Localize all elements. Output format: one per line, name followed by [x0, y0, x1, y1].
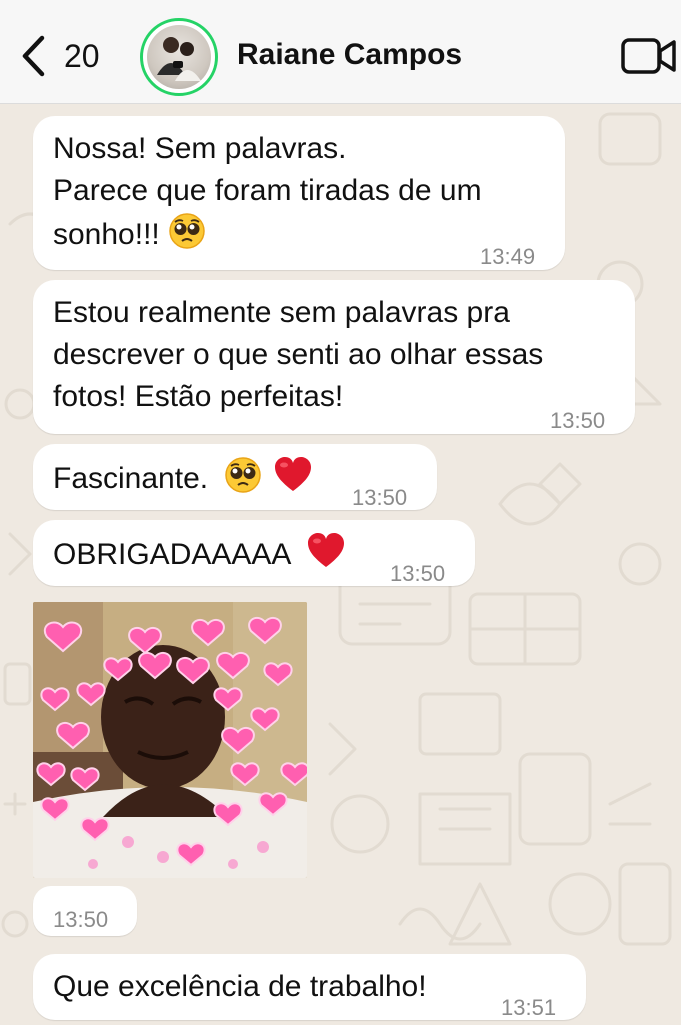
avatar-photo	[147, 25, 211, 89]
contact-name[interactable]: Raiane Campos	[237, 38, 462, 72]
message-text: Nossa! Sem palavras. Parece que foram ti…	[53, 132, 482, 251]
message-time: 13:50	[390, 561, 446, 586]
chat-header: 20 Raiane Campos	[0, 0, 681, 104]
message-text: Estou realmente sem palavras pra descrev…	[53, 296, 544, 413]
crying-man-hearts-sticker	[33, 602, 307, 878]
message-bubble[interactable]: Nossa! Sem palavras. Parece que foram ti…	[33, 116, 565, 270]
red-heart-emoji	[273, 456, 313, 506]
message-bubble[interactable]: Fascinante. 13:50	[33, 444, 437, 510]
message-time: 13:51	[501, 995, 557, 1020]
unread-count: 20	[64, 37, 100, 74]
chevron-left-icon	[22, 35, 45, 77]
video-camera-icon	[621, 38, 676, 74]
message-bubble[interactable]: Estou realmente sem palavras pra descrev…	[33, 280, 635, 434]
back-button[interactable]: 20	[20, 34, 100, 78]
video-call-button[interactable]	[620, 36, 678, 76]
sticker-time-bubble: 13:50	[33, 886, 137, 936]
avatar-people-icon	[157, 37, 201, 81]
message-text: Fascinante.	[53, 462, 209, 495]
message-time: 13:50	[53, 907, 109, 932]
message-time: 13:50	[352, 485, 408, 510]
message-bubble[interactable]: OBRIGADAAAAA 13:50	[33, 520, 475, 586]
message-text: Que excelência de trabalho!	[53, 970, 427, 1003]
sticker-image[interactable]	[33, 602, 307, 878]
message-text: OBRIGADAAAAA	[53, 538, 290, 571]
avatar[interactable]	[140, 18, 218, 96]
red-heart-emoji	[306, 532, 346, 582]
pleading-face-emoji	[168, 212, 206, 262]
pleading-face-emoji	[224, 456, 262, 506]
message-time: 13:49	[480, 244, 536, 269]
message-time: 13:50	[550, 408, 606, 433]
message-bubble[interactable]: Que excelência de trabalho! 13:51	[33, 954, 586, 1020]
